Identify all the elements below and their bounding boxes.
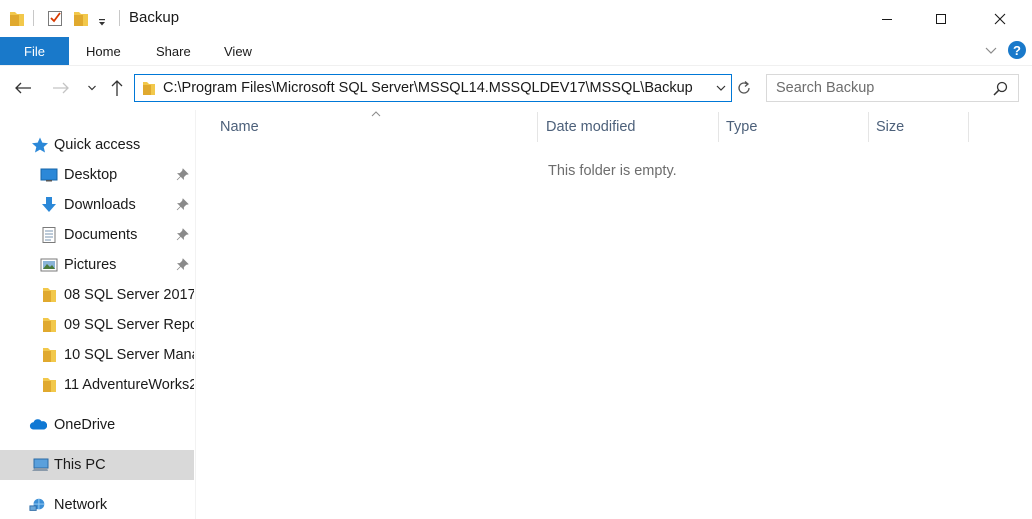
- sidebar-item-folder[interactable]: 10 SQL Server Mana: [0, 340, 194, 370]
- pin-icon[interactable]: [176, 228, 189, 241]
- sidebar-item-label: Desktop: [64, 167, 118, 183]
- pin-icon[interactable]: [176, 198, 189, 211]
- desktop-icon: [40, 168, 58, 182]
- close-icon: [994, 13, 1006, 24]
- separator: [119, 10, 120, 26]
- maximize-icon: [936, 13, 946, 24]
- file-list: Name Date modified Type Size This folder…: [197, 110, 1032, 519]
- pin-icon[interactable]: [176, 168, 189, 181]
- sidebar-item-onedrive[interactable]: OneDrive: [0, 410, 194, 440]
- sidebar-item-folder[interactable]: 08 SQL Server 2017: [0, 280, 194, 310]
- up-button[interactable]: [105, 76, 129, 100]
- sidebar-item-downloads[interactable]: Downloads: [0, 190, 194, 220]
- refresh-icon: [738, 81, 750, 94]
- tab-share[interactable]: Share: [156, 37, 191, 65]
- sidebar-item-network[interactable]: Network: [0, 490, 194, 519]
- cloud-icon: [29, 419, 47, 430]
- sidebar-item-quick-access[interactable]: Quick access: [0, 130, 194, 160]
- tab-view[interactable]: View: [224, 37, 252, 65]
- maximize-button[interactable]: [918, 0, 964, 37]
- folder-icon: [43, 288, 56, 302]
- sort-ascending-icon: [371, 111, 381, 117]
- window-title: Backup: [129, 9, 180, 26]
- folder-icon: [143, 82, 155, 95]
- network-icon: [29, 498, 45, 511]
- address-path: C:\Program Files\Microsoft SQL Server\MS…: [163, 80, 693, 96]
- sidebar-item-label: 08 SQL Server 2017: [64, 287, 194, 303]
- minimize-icon: [882, 18, 892, 20]
- forward-button[interactable]: [49, 76, 73, 100]
- column-divider[interactable]: [868, 112, 869, 142]
- empty-folder-message: This folder is empty.: [548, 163, 677, 179]
- column-header-name[interactable]: Name: [220, 112, 259, 142]
- expand-ribbon-icon[interactable]: [984, 43, 998, 57]
- properties-icon[interactable]: [47, 9, 63, 27]
- sidebar-item-label: Network: [54, 497, 108, 513]
- separator: [33, 10, 34, 26]
- folder-icon: [10, 12, 24, 26]
- navigation-bar: C:\Program Files\Microsoft SQL Server\MS…: [0, 66, 1032, 110]
- search-input[interactable]: [776, 80, 991, 96]
- download-icon: [42, 197, 56, 212]
- refresh-button[interactable]: [733, 74, 755, 102]
- new-folder-icon[interactable]: [73, 9, 89, 27]
- folder-icon: [43, 378, 56, 392]
- search-box[interactable]: [766, 74, 1019, 102]
- search-icon[interactable]: [993, 81, 1008, 96]
- column-header-size[interactable]: Size: [876, 112, 904, 142]
- computer-icon: [32, 458, 49, 471]
- star-icon: [32, 137, 48, 153]
- sidebar-item-this-pc[interactable]: This PC: [0, 450, 194, 480]
- address-bar[interactable]: C:\Program Files\Microsoft SQL Server\MS…: [134, 74, 732, 102]
- sidebar-item-label: Quick access: [54, 137, 141, 153]
- sidebar-item-label: 09 SQL Server Repo: [64, 317, 194, 333]
- arrow-left-icon: [15, 82, 31, 94]
- chevron-down-icon: [88, 85, 96, 91]
- minimize-button[interactable]: [864, 0, 910, 37]
- pin-icon[interactable]: [176, 258, 189, 271]
- column-divider[interactable]: [537, 112, 538, 142]
- back-button[interactable]: [11, 76, 35, 100]
- help-button[interactable]: ?: [1008, 41, 1026, 59]
- column-header-type[interactable]: Type: [726, 112, 757, 142]
- arrow-right-icon: [53, 82, 69, 94]
- sidebar-item-label: Documents: [64, 227, 138, 243]
- sidebar-item-documents[interactable]: Documents: [0, 220, 194, 250]
- pictures-icon: [40, 258, 58, 272]
- folder-icon: [43, 348, 56, 362]
- sidebar-item-label: Pictures: [64, 257, 117, 273]
- close-button[interactable]: [977, 0, 1023, 37]
- sidebar-item-label: 11 AdventureWorks2: [64, 377, 194, 393]
- sidebar-item-label: This PC: [54, 457, 106, 473]
- sidebar-item-folder[interactable]: 09 SQL Server Repo: [0, 310, 194, 340]
- sidebar-item-label: Downloads: [64, 197, 136, 213]
- chevron-down-icon[interactable]: [715, 82, 727, 94]
- documents-icon: [42, 227, 56, 243]
- column-header-date-modified[interactable]: Date modified: [546, 112, 635, 142]
- tab-home[interactable]: Home: [86, 37, 121, 65]
- arrow-up-icon: [111, 80, 123, 96]
- sidebar-item-pictures[interactable]: Pictures: [0, 250, 194, 280]
- sidebar-item-desktop[interactable]: Desktop: [0, 160, 194, 190]
- title-bar: Backup: [0, 0, 1032, 37]
- ribbon-tabs: File Home Share View ?: [0, 37, 1032, 66]
- folder-icon: [43, 318, 56, 332]
- column-divider[interactable]: [968, 112, 969, 142]
- tab-file[interactable]: File: [0, 37, 69, 65]
- sidebar-item-folder[interactable]: 11 AdventureWorks2: [0, 370, 194, 400]
- recent-locations-button[interactable]: [80, 76, 104, 100]
- navigation-pane: Quick access Desktop Downloads Documents: [0, 110, 196, 519]
- customize-toolbar-icon[interactable]: [97, 14, 107, 32]
- column-divider[interactable]: [718, 112, 719, 142]
- sidebar-item-label: OneDrive: [54, 417, 116, 433]
- sidebar-item-label: 10 SQL Server Mana: [64, 347, 194, 363]
